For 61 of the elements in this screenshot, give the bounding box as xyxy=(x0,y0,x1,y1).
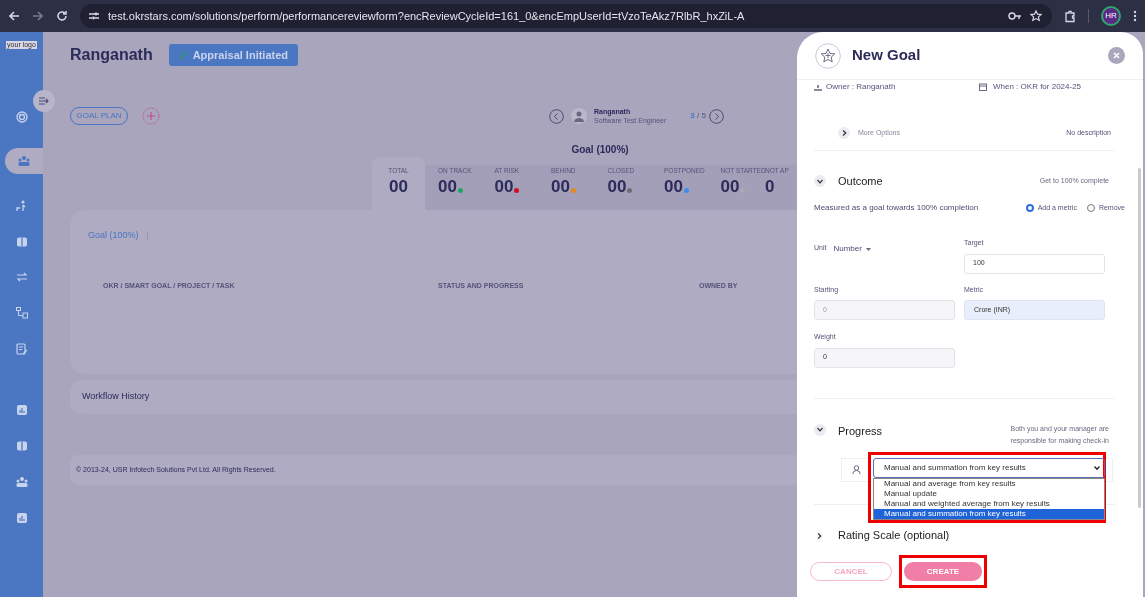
next-icon[interactable] xyxy=(708,108,724,124)
avatar xyxy=(571,108,587,124)
status-text: Appraisal Initiated xyxy=(192,47,289,63)
when-text: When : OKR for 2024-25 xyxy=(993,81,1082,93)
dropdown-option[interactable]: Manual and weighted average from key results xyxy=(874,498,1104,509)
extensions-icon[interactable] xyxy=(1064,9,1076,23)
star-icon[interactable] xyxy=(1030,10,1042,22)
site-settings-icon[interactable] xyxy=(88,11,100,21)
collapse-button[interactable] xyxy=(814,175,826,187)
employee-name: Ranganath xyxy=(70,45,153,65)
add-icon[interactable] xyxy=(142,107,160,125)
page-indicator: 3 / 5 xyxy=(690,110,706,122)
chevron-right-icon[interactable] xyxy=(817,532,822,539)
section-title: Progress xyxy=(838,423,884,439)
url-text: test.okrstars.com/solutions/perform/performancereviewform?encReviewCycleId=161_0&encEmpUserId=tVzoTeAkz7RlbR_hxZiL-A xyxy=(108,8,746,24)
book-icon xyxy=(15,236,28,248)
flow-icon xyxy=(15,307,28,319)
ranking-icon xyxy=(15,200,28,212)
team-icon xyxy=(18,155,30,167)
collapse-button[interactable] xyxy=(814,423,826,436)
chevron-right-icon xyxy=(841,130,847,136)
close-button[interactable] xyxy=(1108,47,1125,64)
summary-title: Goal (100%) xyxy=(571,143,629,157)
team-icon xyxy=(15,476,28,488)
user-icon xyxy=(852,465,861,474)
trend-icon xyxy=(178,50,187,60)
reload-icon[interactable] xyxy=(56,10,68,22)
dropdown-option[interactable]: Manual and summation from key results xyxy=(874,508,1104,519)
chevron-down-icon xyxy=(1094,465,1100,470)
back-icon[interactable] xyxy=(8,10,20,22)
key-icon[interactable] xyxy=(1008,11,1022,21)
progress-dropdown[interactable]: Manual and summation from key results xyxy=(873,457,1105,478)
panel-title: New Goal xyxy=(852,45,922,66)
chevron-down-icon xyxy=(817,427,823,432)
owner-text: Owner : Ranganath xyxy=(826,81,897,93)
caret-icon xyxy=(865,247,871,251)
sidebar-item[interactable] xyxy=(5,148,43,174)
swap-icon xyxy=(15,271,28,283)
profile-avatar[interactable]: HR xyxy=(1101,6,1121,26)
chart-icon xyxy=(15,404,28,416)
chevron-down-icon xyxy=(817,178,823,184)
expand-button[interactable] xyxy=(838,127,850,139)
edit-icon xyxy=(15,343,28,355)
book-icon xyxy=(15,440,28,452)
org-icon xyxy=(814,83,822,91)
calendar-icon xyxy=(979,83,987,91)
address-bar[interactable]: test.okrstars.com/solutions/perform/performancereviewform?encReviewCycleId=161_0&encEmpUserId=tVzoTeAkz7RlbR_hxZiL-A xyxy=(80,4,1052,28)
scrollbar[interactable] xyxy=(1138,168,1141,508)
previous-icon[interactable] xyxy=(549,108,564,124)
section-title: Outcome xyxy=(838,173,884,189)
dropdown-option[interactable]: Manual and average from key results xyxy=(874,478,1104,489)
section-title: Rating Scale (optional) xyxy=(838,528,950,544)
dropdown-option[interactable]: Manual update xyxy=(874,488,1104,499)
measurement-text: Measured as a goal towards 100% completion xyxy=(814,202,980,214)
menu-icon[interactable] xyxy=(1133,10,1137,22)
close-icon xyxy=(1113,52,1120,59)
forward-icon[interactable] xyxy=(32,10,44,22)
chart-icon xyxy=(15,512,28,524)
target-icon xyxy=(15,111,28,123)
collapse-icon xyxy=(39,97,49,105)
unit-dropdown[interactable]: Number xyxy=(833,243,871,255)
